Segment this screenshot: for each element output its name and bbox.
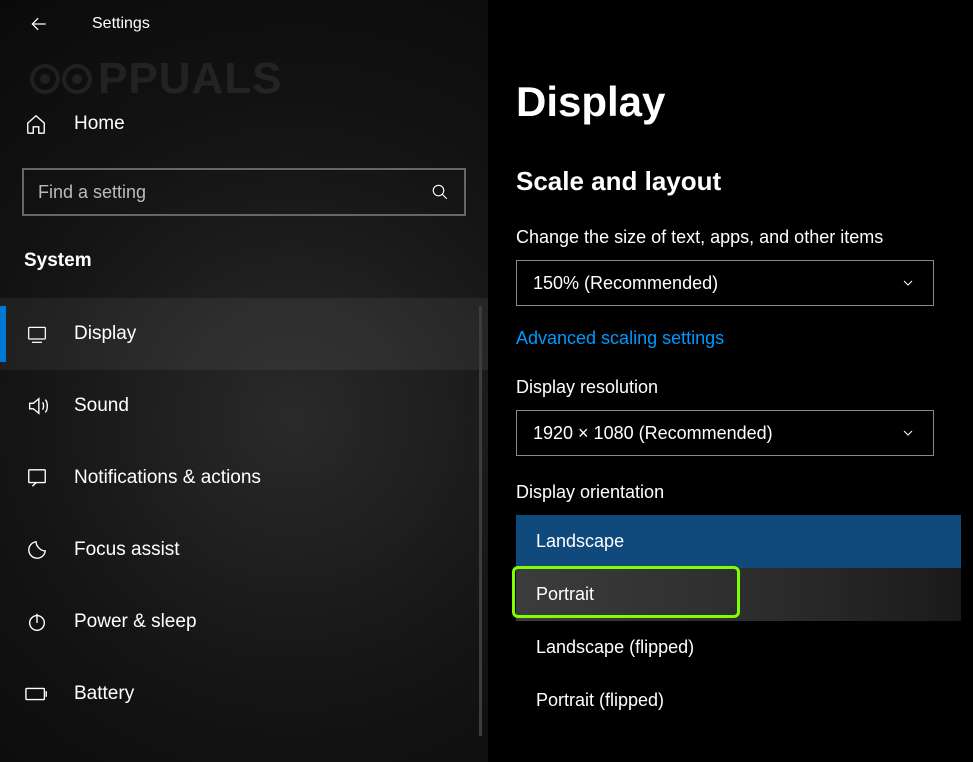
content-pane: Display Scale and layout Change the size… (488, 0, 973, 762)
orientation-option-portrait-flipped[interactable]: Portrait (flipped) (516, 674, 961, 727)
option-label: Landscape (536, 531, 624, 552)
sidebar: Settings PPUALS Home System Display (0, 0, 488, 762)
resolution-dropdown[interactable]: 1920 × 1080 (Recommended) (516, 410, 934, 456)
watermark-logo: PPUALS (30, 54, 282, 104)
sound-icon (24, 395, 50, 417)
option-label: Portrait (flipped) (536, 690, 664, 711)
home-nav[interactable]: Home (0, 102, 488, 146)
power-icon (24, 611, 50, 633)
search-input[interactable] (38, 182, 430, 203)
nav-item-focus-assist[interactable]: Focus assist (0, 514, 488, 586)
search-icon (430, 182, 450, 202)
titlebar: Settings (0, 0, 488, 48)
nav-label: Notifications & actions (74, 467, 261, 489)
nav-label: Focus assist (74, 539, 180, 561)
back-icon[interactable] (28, 13, 50, 35)
home-icon (24, 113, 48, 135)
display-icon (24, 324, 50, 344)
chevron-down-icon (899, 274, 917, 292)
nav-item-notifications[interactable]: Notifications & actions (0, 442, 488, 514)
orientation-option-portrait[interactable]: Portrait (516, 568, 961, 621)
advanced-scaling-link[interactable]: Advanced scaling settings (516, 328, 724, 349)
chevron-down-icon (899, 424, 917, 442)
orientation-label: Display orientation (516, 482, 973, 503)
resolution-label: Display resolution (516, 377, 973, 398)
scale-label: Change the size of text, apps, and other… (516, 227, 973, 248)
nav-item-power-sleep[interactable]: Power & sleep (0, 586, 488, 658)
nav-label: Power & sleep (74, 611, 197, 633)
nav-list: Display Sound Notifications & actions Fo… (0, 298, 488, 730)
home-label: Home (74, 113, 125, 135)
category-heading: System (24, 250, 488, 272)
sidebar-scrollbar[interactable] (479, 306, 482, 736)
orientation-option-landscape[interactable]: Landscape (516, 515, 961, 568)
nav-label: Sound (74, 395, 129, 417)
scale-value: 150% (Recommended) (533, 273, 718, 294)
nav-item-battery[interactable]: Battery (0, 658, 488, 730)
battery-icon (24, 686, 50, 702)
section-heading: Scale and layout (516, 166, 973, 197)
settings-app: Settings PPUALS Home System Display (0, 0, 973, 762)
app-title: Settings (92, 15, 150, 33)
option-label: Landscape (flipped) (536, 637, 694, 658)
orientation-option-landscape-flipped[interactable]: Landscape (flipped) (516, 621, 961, 674)
nav-label: Battery (74, 683, 134, 705)
resolution-value: 1920 × 1080 (Recommended) (533, 423, 773, 444)
orientation-dropdown-open[interactable]: Landscape Portrait Landscape (flipped) P… (516, 515, 961, 727)
option-label: Portrait (536, 584, 594, 605)
nav-item-display[interactable]: Display (0, 298, 488, 370)
nav-item-sound[interactable]: Sound (0, 370, 488, 442)
notifications-icon (24, 467, 50, 489)
watermark-text: PPUALS (98, 54, 282, 104)
focus-assist-icon (24, 539, 50, 561)
page-title: Display (516, 78, 973, 126)
search-box[interactable] (22, 168, 466, 216)
scale-dropdown[interactable]: 150% (Recommended) (516, 260, 934, 306)
nav-label: Display (74, 323, 136, 345)
